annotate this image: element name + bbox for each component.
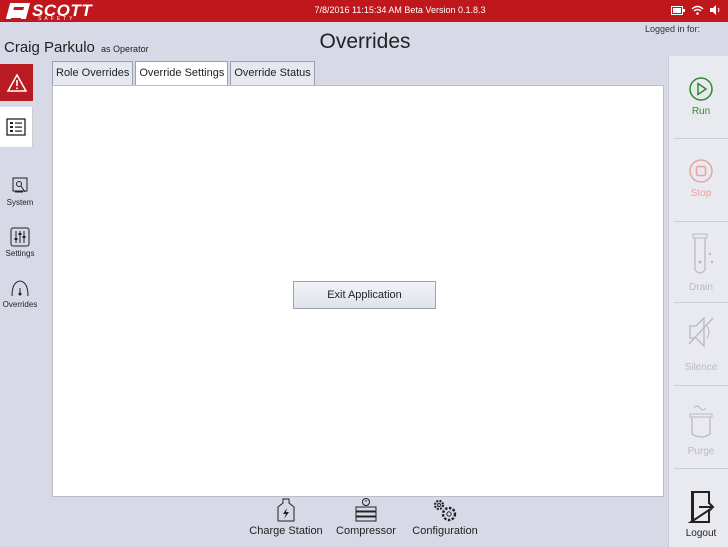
logout-button[interactable]: Logout	[674, 490, 728, 539]
top-bar: SCOTT SAFETY 7/8/2016 11:15:34 AM Beta V…	[0, 0, 728, 22]
charge-station-icon	[277, 498, 295, 522]
nav-item-settings[interactable]: Settings	[0, 227, 40, 258]
test-tube-icon	[692, 233, 714, 274]
bottom-label-charge-station: Charge Station	[249, 525, 323, 537]
bottom-label-configuration: Configuration	[412, 525, 478, 537]
volume-icon	[710, 5, 720, 15]
bottom-label-compressor: Compressor	[336, 525, 396, 537]
logout-label: Logout	[685, 528, 717, 539]
warning-icon	[6, 72, 27, 92]
logo-mark-icon	[5, 3, 31, 19]
datetime-version: 7/8/2016 11:15:34 AM Beta Version 0.1.8.…	[314, 5, 486, 15]
run-button[interactable]: Run	[674, 76, 728, 117]
action-divider	[674, 468, 728, 469]
purge-icon	[689, 405, 713, 438]
list-icon	[6, 118, 26, 136]
override-tabs: Role Overrides Override Settings Overrid…	[52, 61, 317, 86]
bottom-item-compressor[interactable]: Compressor	[333, 497, 399, 537]
user-role: as Operator	[101, 44, 149, 54]
silence-button[interactable]: Silence	[674, 312, 728, 373]
exit-application-button[interactable]: Exit Application	[293, 281, 436, 309]
nav-item-system[interactable]: System	[0, 176, 40, 207]
drain-label: Drain	[689, 282, 713, 293]
user-name: Craig Parkulo	[4, 39, 95, 56]
gears-icon	[433, 499, 457, 522]
action-divider	[674, 302, 728, 303]
purge-button[interactable]: Purge	[674, 402, 728, 457]
purge-label: Purge	[687, 446, 715, 457]
stop-icon	[689, 159, 713, 183]
tab-override-settings[interactable]: Override Settings	[135, 61, 229, 86]
nav-item-overrides[interactable]: Overrides	[0, 278, 40, 309]
play-icon	[689, 77, 713, 101]
nav-label-overrides: Overrides	[2, 300, 38, 309]
alerts-button[interactable]	[0, 64, 33, 101]
bottom-item-configuration[interactable]: Configuration	[408, 497, 482, 537]
bottom-item-charge-station[interactable]: Charge Station	[248, 497, 324, 537]
tab-override-status[interactable]: Override Status	[230, 61, 315, 85]
mute-icon	[688, 316, 714, 348]
status-icons	[671, 5, 722, 15]
nav-label-settings: Settings	[5, 249, 35, 258]
scott-logo: SCOTT SAFETY	[5, 1, 100, 22]
silence-label: Silence	[684, 362, 718, 373]
battery-icon	[671, 5, 685, 15]
action-divider	[674, 385, 728, 386]
action-divider	[674, 138, 728, 139]
compressor-icon	[355, 498, 377, 522]
drain-button[interactable]: Drain	[674, 232, 728, 293]
logout-icon	[687, 491, 715, 523]
system-icon	[12, 177, 28, 193]
run-label: Run	[691, 106, 711, 117]
tab-role-overrides[interactable]: Role Overrides	[52, 61, 134, 85]
user-info: Craig Parkulo as Operator	[4, 39, 149, 56]
nav-label-system: System	[6, 198, 34, 207]
gauge-icon	[11, 280, 29, 297]
wifi-icon	[691, 5, 704, 15]
logo-sub: SAFETY	[38, 16, 76, 22]
page-title: Overrides	[319, 30, 411, 53]
logged-in-label: Logged in for:	[644, 24, 700, 34]
list-view-button[interactable]	[0, 107, 33, 147]
sliders-icon	[10, 227, 30, 247]
content-panel: Exit Application	[52, 85, 664, 497]
stop-button[interactable]: Stop	[674, 158, 728, 199]
action-divider	[674, 221, 728, 222]
stop-label: Stop	[690, 188, 712, 199]
